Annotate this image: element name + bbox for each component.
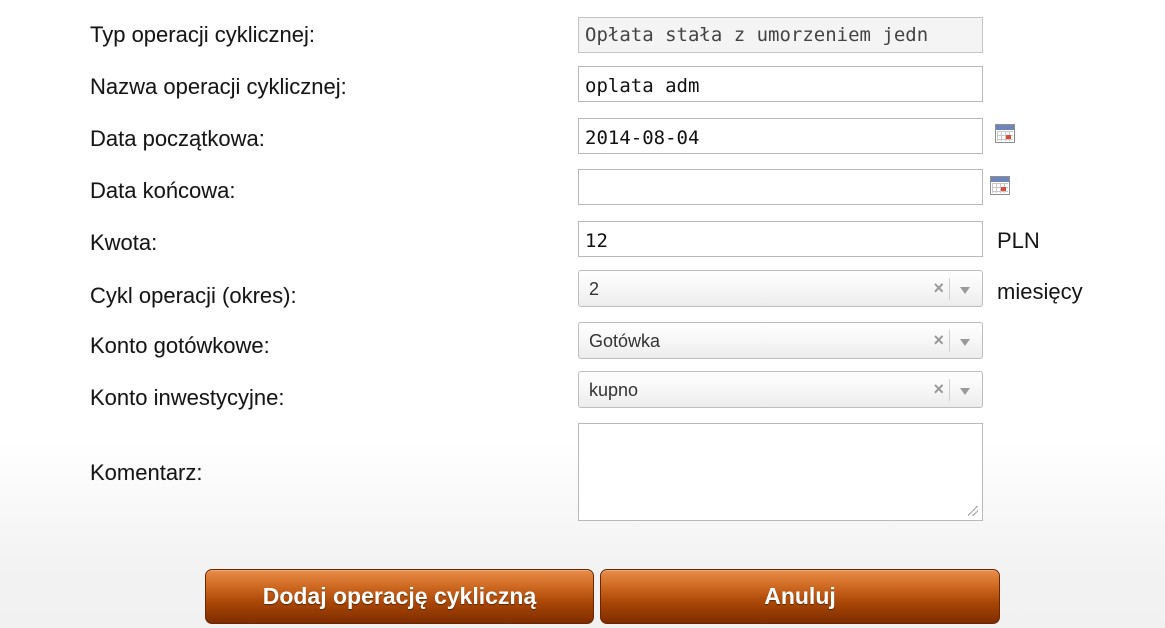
investment-account-select-value: kupno bbox=[589, 380, 639, 400]
cash-account-select[interactable]: Gotówka × bbox=[578, 322, 983, 359]
cycle-select-value: 2 bbox=[589, 279, 600, 299]
clear-icon[interactable]: × bbox=[933, 278, 944, 299]
clear-icon[interactable]: × bbox=[933, 330, 944, 351]
investment-account-select[interactable]: kupno × bbox=[578, 371, 983, 408]
label-operation-type: Typ operacji cyklicznej: bbox=[90, 22, 315, 47]
chevron-down-icon[interactable] bbox=[960, 388, 970, 395]
currency-unit: PLN bbox=[997, 228, 1040, 253]
divider bbox=[949, 379, 950, 401]
comment-textarea[interactable] bbox=[578, 423, 983, 521]
divider bbox=[949, 278, 950, 300]
end-date-input[interactable] bbox=[578, 169, 983, 205]
amount-input[interactable]: 12 bbox=[578, 221, 983, 257]
label-comment: Komentarz: bbox=[90, 460, 203, 485]
calendar-icon[interactable] bbox=[995, 124, 1015, 143]
add-operation-button[interactable]: Dodaj operację cykliczną bbox=[205, 569, 594, 624]
cash-account-select-value: Gotówka bbox=[589, 331, 661, 351]
label-operation-name: Nazwa operacji cyklicznej: bbox=[90, 74, 347, 99]
cancel-button[interactable]: Anuluj bbox=[600, 569, 1000, 624]
cycle-select[interactable]: 2 × bbox=[578, 270, 983, 307]
start-date-input[interactable]: 2014-08-04 bbox=[578, 118, 983, 154]
operation-name-input[interactable]: oplata adm bbox=[578, 66, 983, 102]
label-cash-account: Konto gotówkowe: bbox=[90, 333, 270, 358]
divider bbox=[949, 330, 950, 352]
label-cycle: Cykl operacji (okres): bbox=[90, 283, 297, 308]
label-investment-account: Konto inwestycyjne: bbox=[90, 385, 285, 410]
label-start-date: Data początkowa: bbox=[90, 126, 265, 151]
label-end-date: Data końcowa: bbox=[90, 178, 236, 203]
cycle-unit: miesięcy bbox=[997, 279, 1083, 304]
label-amount: Kwota: bbox=[90, 230, 158, 255]
calendar-icon[interactable] bbox=[990, 176, 1010, 195]
clear-icon[interactable]: × bbox=[933, 379, 944, 400]
resize-handle-icon[interactable] bbox=[968, 506, 978, 516]
operation-type-field: Opłata stała z umorzeniem jedn bbox=[578, 17, 983, 53]
chevron-down-icon[interactable] bbox=[960, 339, 970, 346]
chevron-down-icon[interactable] bbox=[960, 287, 970, 294]
